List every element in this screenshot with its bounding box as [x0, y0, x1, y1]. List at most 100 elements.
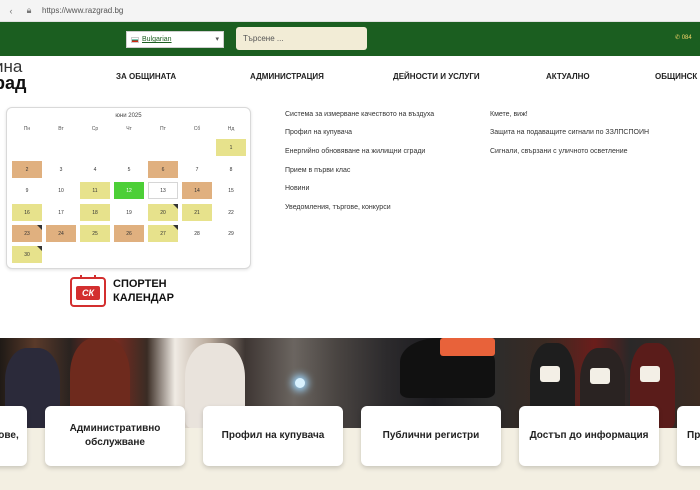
bulgarian-flag-icon — [131, 36, 139, 43]
link-buyer-profile[interactable]: Профил на купувача — [285, 129, 352, 136]
calendar-day[interactable]: 27 — [148, 225, 178, 242]
calendar-day-number: 10 — [58, 187, 64, 194]
language-label: Bulgarian — [142, 36, 172, 43]
calendar-weekday: Пт — [160, 126, 166, 132]
calendar-day: 29 — [216, 225, 246, 242]
calendar-day: 10 — [46, 182, 76, 199]
calendar-day-number: 8 — [229, 166, 233, 173]
link-energy-renovation[interactable]: Енергийно обновяване на жилищни сгради — [285, 148, 425, 155]
calendar-day: 17 — [46, 204, 76, 221]
calendar-day-number: 7 — [195, 166, 199, 173]
calendar-day-number: 16 — [24, 209, 30, 216]
search-input[interactable]: Търсене ... — [236, 27, 367, 50]
link-first-grade[interactable]: Прием в първи клас — [285, 167, 350, 174]
calendar-day-number: 19 — [126, 209, 132, 216]
calendar-day[interactable]: 24 — [46, 225, 76, 242]
link-news[interactable]: Новини — [285, 185, 309, 192]
card-administrative-service[interactable]: Административно обслужване — [45, 406, 185, 466]
calendar-day-number: 24 — [58, 230, 64, 237]
calendar-day-number: 12 — [126, 187, 132, 194]
nav-about[interactable]: ЗА ОБЩИНАТА — [116, 72, 176, 81]
calendar-day-number: 28 — [194, 230, 200, 237]
link-air-quality[interactable]: Система за измерване качеството на възду… — [285, 111, 434, 118]
link-whistleblower[interactable]: Защита на подаващите сигнали по ЗЗЛПСПОИ… — [490, 129, 649, 136]
nav-activities[interactable]: ДЕЙНОСТИ И УСЛУГИ — [393, 72, 480, 81]
calendar-day: 8 — [216, 161, 246, 178]
event-marker-icon — [173, 225, 178, 230]
calendar-day-number: 30 — [24, 251, 30, 258]
calendar-day-number: 20 — [160, 209, 166, 216]
card-public-registers[interactable]: Публични регистри — [361, 406, 501, 466]
calendar-day[interactable]: 21 — [182, 204, 212, 221]
calendar-day-number: 23 — [24, 230, 30, 237]
calendar-day[interactable]: 13 — [148, 182, 178, 199]
back-arrow-icon[interactable]: ‹ — [6, 6, 16, 16]
url-text[interactable]: https://www.razgrad.bg — [42, 6, 123, 15]
calendar-day[interactable]: 12 — [114, 182, 144, 199]
calendar-day: 5 — [114, 161, 144, 178]
calendar-weekday: Чт — [126, 126, 132, 132]
calendar-day-number: 5 — [127, 166, 131, 173]
chevron-down-icon: ▾ — [215, 36, 219, 43]
sport-calendar-link[interactable]: СК СПОРТЕН КАЛЕНДАР — [70, 275, 200, 310]
calendar-day[interactable]: 25 — [80, 225, 110, 242]
calendar-day[interactable]: 30 — [12, 246, 42, 263]
nav-administration[interactable]: АДМИНИСТРАЦИЯ — [250, 72, 324, 81]
calendar-day-number: 25 — [92, 230, 98, 237]
photo-detail — [440, 338, 495, 356]
calendar-day-number: 14 — [194, 187, 200, 194]
calendar-day[interactable]: 23 — [12, 225, 42, 242]
phone-icon: ✆ — [675, 35, 681, 41]
link-street-lighting[interactable]: Сигнали, свързани с уличното осветление — [490, 148, 628, 155]
phone-text: 084 — [681, 35, 692, 41]
calendar-day[interactable]: 14 — [182, 182, 212, 199]
site-logo[interactable]: ина рад — [0, 56, 40, 96]
link-notices[interactable]: Уведомления, търгове, конкурси — [285, 204, 391, 211]
calendar-day-number: 11 — [92, 187, 98, 194]
calendar-day-number: 21 — [194, 209, 200, 216]
card-buyer-profile[interactable]: Профил на купувача — [203, 406, 343, 466]
calendar-day: 4 — [80, 161, 110, 178]
photo-detail — [590, 368, 610, 384]
browser-address-bar: ‹ 🔒︎ https://www.razgrad.bg — [0, 0, 700, 22]
calendar-day: 9 — [12, 182, 42, 199]
card-partial-left[interactable]: ове, — [0, 406, 27, 466]
event-marker-icon — [37, 246, 42, 251]
calendar-day[interactable]: 2 — [12, 161, 42, 178]
calendar-day[interactable]: 1 — [216, 139, 246, 156]
lock-icon: 🔒︎ — [26, 5, 32, 15]
calendar-day-number: 6 — [161, 166, 165, 173]
calendar-day-number: 26 — [126, 230, 132, 237]
nav-current[interactable]: АКТУАЛНО — [546, 72, 590, 81]
card-partial-right[interactable]: Пр — [677, 406, 700, 466]
calendar-day[interactable]: 18 — [80, 204, 110, 221]
calendar-day: 7 — [182, 161, 212, 178]
calendar-day-number: 9 — [25, 187, 29, 194]
calendar-day-number: 27 — [160, 230, 166, 237]
calendar-day[interactable]: 11 — [80, 182, 110, 199]
top-bar: Bulgarian ▾ Търсене ... ✆ 084 — [0, 22, 700, 56]
sport-calendar-line-2: КАЛЕНДАР — [113, 292, 174, 304]
calendar-day[interactable]: 6 — [148, 161, 178, 178]
calendar-day-number: 22 — [228, 209, 234, 216]
logo-line-2: рад — [0, 73, 27, 93]
calendar-month: юни 2025 — [115, 113, 142, 119]
calendar-day: 15 — [216, 182, 246, 199]
calendar-day-number: 4 — [93, 166, 97, 173]
photo-detail — [540, 366, 560, 382]
phone-number[interactable]: ✆ 084 — [675, 34, 692, 41]
calendar-day: 28 — [182, 225, 212, 242]
calendar-day[interactable]: 26 — [114, 225, 144, 242]
calendar-day-number: 3 — [59, 166, 63, 173]
calendar-day[interactable]: 16 — [12, 204, 42, 221]
calendar-weekday: Сб — [193, 126, 201, 132]
calendar-day[interactable]: 20 — [148, 204, 178, 221]
nav-municipal[interactable]: ОБЩИНСК — [655, 72, 697, 81]
language-select[interactable]: Bulgarian ▾ — [126, 31, 224, 48]
calendar-day-number: 1 — [229, 144, 233, 151]
card-access-to-information[interactable]: Достъп до информация — [519, 406, 659, 466]
sport-calendar-icon: СК — [70, 275, 106, 307]
photo-detail — [640, 366, 660, 382]
sport-calendar-badge-text: СК — [76, 286, 100, 300]
link-mayor[interactable]: Кмете, виж! — [490, 111, 528, 118]
